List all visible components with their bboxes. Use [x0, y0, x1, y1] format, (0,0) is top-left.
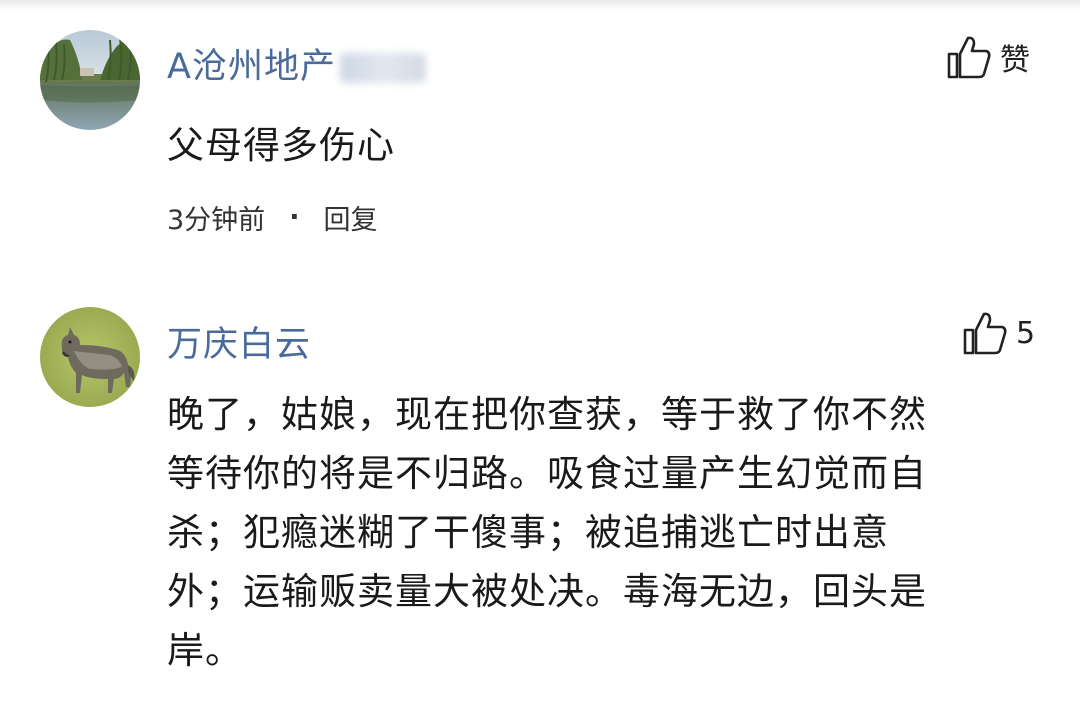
username-text[interactable]: A沧州地产 — [167, 47, 336, 87]
avatar[interactable] — [40, 30, 140, 130]
comment-content-line: 等待你的将是不归路。吸食过量产生幻觉而自 — [167, 452, 927, 495]
reply-button[interactable]: 回复 — [323, 198, 377, 237]
avatar[interactable] — [40, 307, 140, 407]
top-divider — [0, 0, 1080, 10]
like-button[interactable]: 5 — [962, 310, 1035, 356]
comment-content: 父母得多伤心 — [167, 124, 395, 167]
wolf-avatar-image — [40, 307, 140, 407]
like-button[interactable]: 赞 — [946, 34, 1030, 80]
username-text[interactable]: 万庆白云 — [167, 325, 311, 365]
lake-willow-avatar-image — [40, 30, 140, 130]
username[interactable]: 万庆白云 — [167, 316, 311, 367]
obscured-username-mask — [339, 53, 426, 83]
username[interactable]: A沧州地产 — [167, 38, 426, 89]
comment-content-line: 晚了，姑娘，现在把你查获，等于救了你不然 — [167, 393, 927, 436]
comment-content-line: 外；运输贩卖量大被处决。毒海无边，回头是 — [167, 570, 927, 613]
thumbs-up-icon — [947, 36, 991, 79]
comment-meta: 3分钟前 · 回复 — [167, 198, 377, 237]
comment-content: 晚了，姑娘，现在把你查获，等于救了你不然 等待你的将是不归路。吸食过量产生幻觉而… — [167, 385, 1047, 680]
like-count: 5 — [1016, 315, 1036, 351]
meta-separator: · — [289, 202, 300, 233]
thumbs-up-icon — [963, 312, 1007, 355]
like-label: 赞 — [1000, 43, 1030, 78]
comment-content-line: 杀；犯瘾迷糊了干傻事；被追捕逃亡时出意 — [167, 511, 889, 554]
comment-time: 3分钟前 — [167, 205, 266, 236]
comment-content-line: 岸。 — [167, 629, 243, 672]
